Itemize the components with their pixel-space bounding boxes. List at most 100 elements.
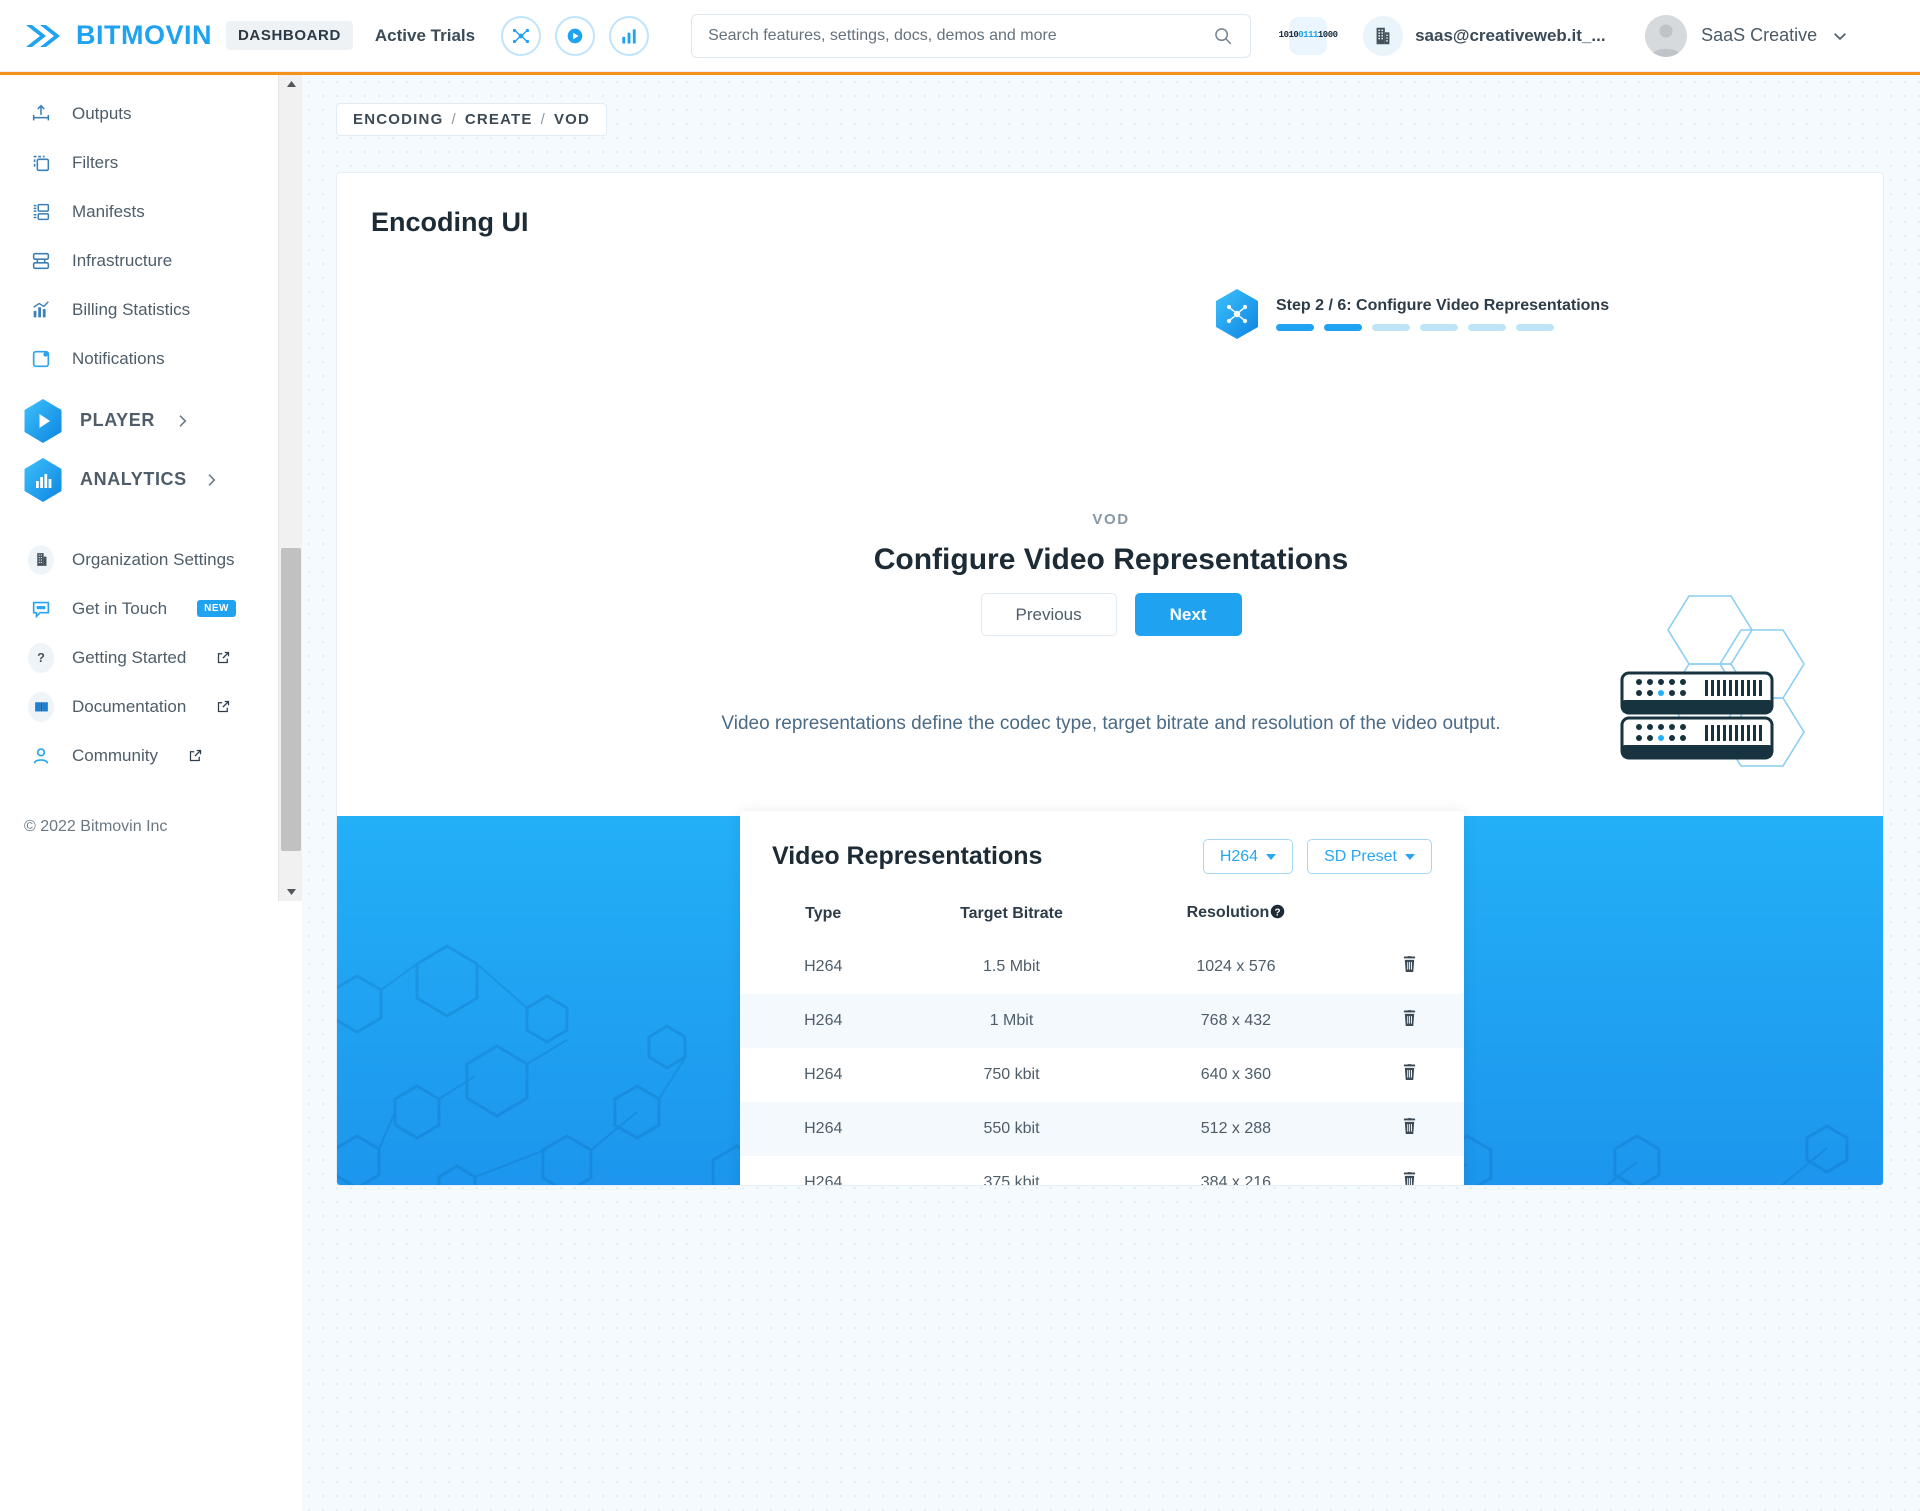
table-header-row: Type Target Bitrate Resolution?	[740, 898, 1464, 940]
scrollbar-thumb[interactable]	[281, 548, 301, 851]
building-icon	[1363, 15, 1404, 56]
section-title: Configure Video Representations	[873, 543, 1349, 576]
trash-icon[interactable]	[1402, 1118, 1417, 1139]
external-link-icon[interactable]	[188, 748, 203, 763]
brand-logo[interactable]: BITMOVIN	[24, 20, 212, 51]
sidebar-scrollbar[interactable]	[278, 75, 302, 901]
sidebar-item-label: Documentation	[72, 696, 187, 716]
sidebar-item-label: Community	[72, 745, 158, 765]
search-box[interactable]	[691, 13, 1252, 58]
sidebar-item-filters[interactable]: Filters	[0, 138, 278, 187]
chevron-down-icon	[1266, 853, 1277, 860]
codec-select-value: H264	[1219, 847, 1259, 865]
previous-button[interactable]: Previous	[980, 593, 1117, 636]
sidebar-item-notifications[interactable]: Notifications	[0, 334, 278, 383]
organization-chip[interactable]: saas@creativeweb.it_...	[1363, 15, 1605, 56]
sidebar-item-outputs[interactable]: Outputs	[0, 89, 278, 138]
avatar	[1645, 14, 1688, 57]
svg-text:?: ?	[1275, 907, 1281, 918]
step-bar-6[interactable]	[1516, 324, 1554, 331]
search-input[interactable]	[708, 26, 1213, 45]
cell-type: H264	[804, 1012, 843, 1029]
breadcrumb-item-vod[interactable]: VOD	[554, 111, 590, 128]
table-row[interactable]: H264 1.5 Mbit 1024 x 576	[740, 940, 1464, 994]
chevron-down-icon[interactable]	[1831, 27, 1849, 45]
sidebar-item-getting-started[interactable]: ? Getting Started	[0, 633, 278, 682]
sidebar-item-manifests[interactable]: Manifests	[0, 187, 278, 236]
sidebar-item-analytics[interactable]: ANALYTICS	[0, 450, 278, 509]
code-line-3: 1000	[1317, 30, 1338, 40]
svg-text:?: ?	[37, 651, 45, 665]
sidebar-item-label: Get in Touch	[72, 598, 168, 618]
breadcrumb-separator: /	[451, 111, 457, 128]
cell-delete[interactable]	[1355, 1156, 1464, 1185]
sidebar-item-billing-statistics[interactable]: Billing Statistics	[0, 285, 278, 334]
breadcrumb-item-create[interactable]: CREATE	[465, 111, 533, 128]
table-row[interactable]: H264 375 kbit 384 x 216	[740, 1156, 1464, 1186]
manifests-icon	[28, 199, 54, 225]
step-bar-4[interactable]	[1420, 324, 1458, 331]
video-representations-panel: Video Representations H264 SD Preset Typ…	[740, 811, 1464, 1186]
chevron-right-icon[interactable]	[174, 413, 190, 429]
next-button[interactable]: Next	[1134, 593, 1242, 636]
table-head: Type Target Bitrate Resolution?	[740, 898, 1464, 940]
breadcrumb-item-encoding[interactable]: ENCODING	[353, 111, 443, 128]
trash-icon[interactable]	[1402, 1010, 1417, 1031]
bitmovin-chevron-icon	[24, 21, 66, 51]
cell-delete[interactable]	[1355, 1048, 1464, 1102]
trash-icon[interactable]	[1402, 956, 1417, 977]
panel-header: Video Representations H264 SD Preset	[740, 811, 1464, 874]
table-row[interactable]: H264 750 kbit 640 x 360	[740, 1048, 1464, 1102]
column-header-resolution-label: Resolution	[1186, 904, 1270, 921]
step-bar-3[interactable]	[1372, 324, 1410, 331]
api-code-icon[interactable]: 1010 0111 1000	[1279, 16, 1338, 55]
trash-icon[interactable]	[1402, 1064, 1417, 1085]
encoding-icon[interactable]	[501, 15, 542, 56]
table-body: H264 1.5 Mbit 1024 x 576 H264 1 Mbit 768…	[740, 940, 1464, 1186]
trash-icon[interactable]	[1402, 1172, 1417, 1185]
step-bar-5[interactable]	[1468, 324, 1506, 331]
step-bar-2[interactable]	[1324, 324, 1362, 331]
product-switcher	[501, 15, 650, 56]
sidebar-item-organization-settings[interactable]: Organization Settings	[0, 535, 278, 584]
sidebar-item-get-in-touch[interactable]: Get in Touch NEW	[0, 584, 278, 633]
sidebar-item-label: Filters	[72, 152, 119, 172]
scroll-up-arrow-icon[interactable]	[279, 75, 303, 93]
help-icon[interactable]: ?	[1270, 904, 1285, 924]
top-bar: BITMOVIN DASHBOARD Active Trials Search …	[0, 0, 1920, 72]
cell-resolution: 768 x 432	[1200, 1012, 1272, 1029]
sidebar-item-infrastructure[interactable]: Infrastructure	[0, 236, 278, 285]
question-icon: ?	[28, 642, 54, 673]
cell-bitrate: 750 kbit	[983, 1066, 1040, 1083]
sidebar-item-player[interactable]: PLAYER	[0, 391, 278, 450]
preset-select[interactable]: SD Preset	[1307, 839, 1432, 874]
external-link-icon[interactable]	[216, 650, 231, 665]
step-label: Step 2 / 6: Configure Video Representati…	[1276, 297, 1610, 314]
cell-bitrate: 1 Mbit	[989, 1012, 1034, 1029]
sidebar-item-documentation[interactable]: Documentation	[0, 682, 278, 731]
cell-delete[interactable]	[1355, 940, 1464, 994]
sidebar-item-label: Organization Settings	[72, 549, 235, 569]
cell-resolution: 384 x 216	[1200, 1174, 1272, 1186]
table-row[interactable]: H264 550 kbit 512 x 288	[740, 1102, 1464, 1156]
player-icon[interactable]	[555, 15, 596, 56]
dashboard-pill[interactable]: DASHBOARD	[226, 21, 353, 50]
cell-delete[interactable]	[1355, 1102, 1464, 1156]
analytics-icon[interactable]	[609, 15, 650, 56]
user-menu[interactable]: SaaS Creative	[1645, 14, 1849, 57]
external-link-icon[interactable]	[216, 699, 231, 714]
sidebar-item-label: Infrastructure	[72, 250, 173, 270]
server-illustration	[1617, 588, 1883, 788]
step-bar-1[interactable]	[1276, 324, 1314, 331]
cell-bitrate: 1.5 Mbit	[983, 958, 1040, 975]
cell-delete[interactable]	[1355, 994, 1464, 1048]
sidebar-item-label: Getting Started	[72, 647, 187, 667]
table-row[interactable]: H264 1 Mbit 768 x 432	[740, 994, 1464, 1048]
active-trials-link[interactable]: Active Trials	[375, 26, 475, 46]
codec-select[interactable]: H264	[1202, 839, 1294, 874]
search-icon[interactable]	[1212, 25, 1234, 47]
chevron-right-icon[interactable]	[203, 472, 219, 488]
sidebar-item-community[interactable]: Community	[0, 731, 278, 780]
panel-title: Video Representations	[772, 842, 1043, 870]
scroll-down-arrow-icon[interactable]	[279, 883, 303, 901]
